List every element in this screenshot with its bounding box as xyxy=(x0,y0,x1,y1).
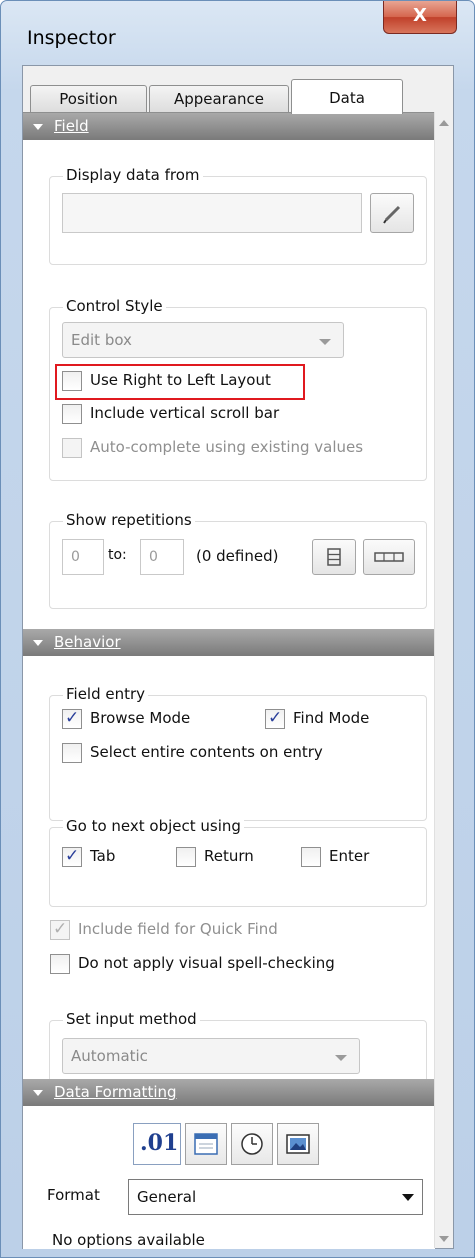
group-legend: Go to next object using xyxy=(63,817,244,835)
clock-icon xyxy=(241,1133,263,1155)
select-entire-option[interactable]: Select entire contents on entry xyxy=(62,741,402,767)
enter-option[interactable]: Enter xyxy=(301,845,401,871)
group-legend: Display data from xyxy=(63,166,203,184)
tab-data[interactable]: Data xyxy=(291,79,403,114)
repetitions-group: Show repetitions 0 to: 0 (0 defined) xyxy=(49,511,427,609)
checkbox-label: Include field for Quick Find xyxy=(78,920,278,938)
return-checkbox[interactable] xyxy=(176,847,196,867)
graphic-format-button[interactable] xyxy=(277,1123,319,1165)
scroll-bar-checkbox[interactable] xyxy=(62,404,82,424)
collapse-triangle-icon xyxy=(33,1090,43,1096)
scroll-bar-option[interactable]: Include vertical scroll bar xyxy=(62,402,382,428)
checkbox-label: Find Mode xyxy=(293,709,370,727)
highlight-box xyxy=(55,364,305,400)
vertical-orientation-button[interactable] xyxy=(312,539,356,575)
inspector-panel: Position Appearance Data Field Display d… xyxy=(22,65,454,1249)
tab-appearance[interactable]: Appearance xyxy=(149,85,289,113)
spell-check-option[interactable]: Do not apply visual spell-checking xyxy=(50,952,390,978)
no-options-note: No options available xyxy=(52,1231,205,1249)
number-format-button[interactable]: .01 xyxy=(133,1123,181,1165)
quick-find-checkbox xyxy=(50,919,70,940)
title-bar[interactable]: Inspector X xyxy=(1,1,474,63)
control-style-group: Control Style Edit box Use Right to Left… xyxy=(49,297,427,481)
edit-source-button[interactable] xyxy=(370,193,414,233)
select-entire-checkbox[interactable] xyxy=(62,743,82,763)
input-method-select[interactable]: Automatic xyxy=(62,1038,360,1074)
data-tab-content: Field Display data from Control Style Ed… xyxy=(23,112,435,1249)
window-title: Inspector xyxy=(27,27,116,49)
select-value: Edit box xyxy=(71,331,132,349)
format-label: Format xyxy=(47,1186,100,1204)
select-value: Automatic xyxy=(71,1047,148,1065)
vertical-scrollbar[interactable] xyxy=(434,112,453,1248)
next-object-group: Go to next object using Tab Return Enter xyxy=(49,817,427,907)
chevron-down-icon xyxy=(335,1055,347,1061)
collapse-triangle-icon xyxy=(33,640,43,646)
tab-strip: Position Appearance Data xyxy=(30,79,403,114)
section-title: Field xyxy=(54,117,89,135)
section-header-field[interactable]: Field xyxy=(23,113,435,140)
format-select[interactable]: General xyxy=(128,1179,423,1215)
repetition-to-input[interactable]: 0 xyxy=(140,539,184,575)
find-mode-option[interactable]: Find Mode xyxy=(265,707,415,733)
autocomplete-checkbox xyxy=(62,438,82,458)
inspector-window: Inspector X Position Appearance Data Fie… xyxy=(0,0,475,1258)
collapse-triangle-icon xyxy=(33,124,43,130)
chevron-down-icon xyxy=(402,1194,414,1201)
group-legend: Set input method xyxy=(63,1010,200,1028)
horizontal-orientation-button[interactable] xyxy=(363,539,415,575)
display-data-field[interactable] xyxy=(62,193,362,233)
checkbox-label: Tab xyxy=(90,847,116,865)
display-data-group: Display data from xyxy=(49,166,427,265)
spell-check-checkbox[interactable] xyxy=(50,954,70,974)
tab-position[interactable]: Position xyxy=(30,85,147,113)
checkbox-label: Include vertical scroll bar xyxy=(90,404,280,422)
date-format-button[interactable] xyxy=(185,1123,227,1165)
checkbox-label: Enter xyxy=(329,847,370,865)
browse-mode-option[interactable]: Browse Mode xyxy=(62,707,242,733)
vertical-list-icon xyxy=(327,548,341,566)
checkbox-label: Select entire contents on entry xyxy=(90,743,323,761)
to-label: to: xyxy=(108,547,127,563)
browse-mode-checkbox[interactable] xyxy=(62,708,82,729)
checkbox-label: Browse Mode xyxy=(90,709,191,727)
group-legend: Control Style xyxy=(63,297,166,315)
pencil-icon xyxy=(383,205,401,224)
picture-icon xyxy=(286,1134,310,1154)
autocomplete-option: Auto-complete using existing values xyxy=(62,436,417,462)
control-style-select[interactable]: Edit box xyxy=(62,322,344,358)
calendar-icon xyxy=(194,1133,218,1155)
horizontal-list-icon xyxy=(374,552,404,562)
close-button[interactable]: X xyxy=(383,1,457,34)
scroll-down-icon[interactable] xyxy=(439,1236,449,1242)
section-header-data-formatting[interactable]: Data Formatting xyxy=(23,1079,435,1106)
find-mode-checkbox[interactable] xyxy=(265,708,285,729)
section-title: Behavior xyxy=(54,633,121,651)
select-value: General xyxy=(137,1188,197,1206)
time-format-button[interactable] xyxy=(231,1123,273,1165)
tab-option[interactable]: Tab xyxy=(62,845,142,871)
enter-checkbox[interactable] xyxy=(301,847,321,867)
group-legend: Show repetitions xyxy=(63,511,195,529)
section-header-behavior[interactable]: Behavior xyxy=(23,629,435,656)
field-entry-group: Field entry Browse Mode Find Mode Select… xyxy=(49,685,427,821)
checkbox-label: Return xyxy=(204,847,254,865)
chevron-down-icon xyxy=(319,339,331,345)
return-option[interactable]: Return xyxy=(176,845,276,871)
defined-count: (0 defined) xyxy=(196,547,279,565)
number-format-label: .01 xyxy=(140,1130,179,1156)
scroll-up-icon[interactable] xyxy=(439,120,449,126)
section-title: Data Formatting xyxy=(54,1083,177,1101)
tab-checkbox[interactable] xyxy=(62,846,82,867)
repetition-from-input[interactable]: 0 xyxy=(62,539,104,575)
checkbox-label: Auto-complete using existing values xyxy=(90,438,364,456)
group-legend: Field entry xyxy=(63,685,149,703)
quick-find-option: Include field for Quick Find xyxy=(50,918,350,944)
checkbox-label: Do not apply visual spell-checking xyxy=(78,954,335,972)
